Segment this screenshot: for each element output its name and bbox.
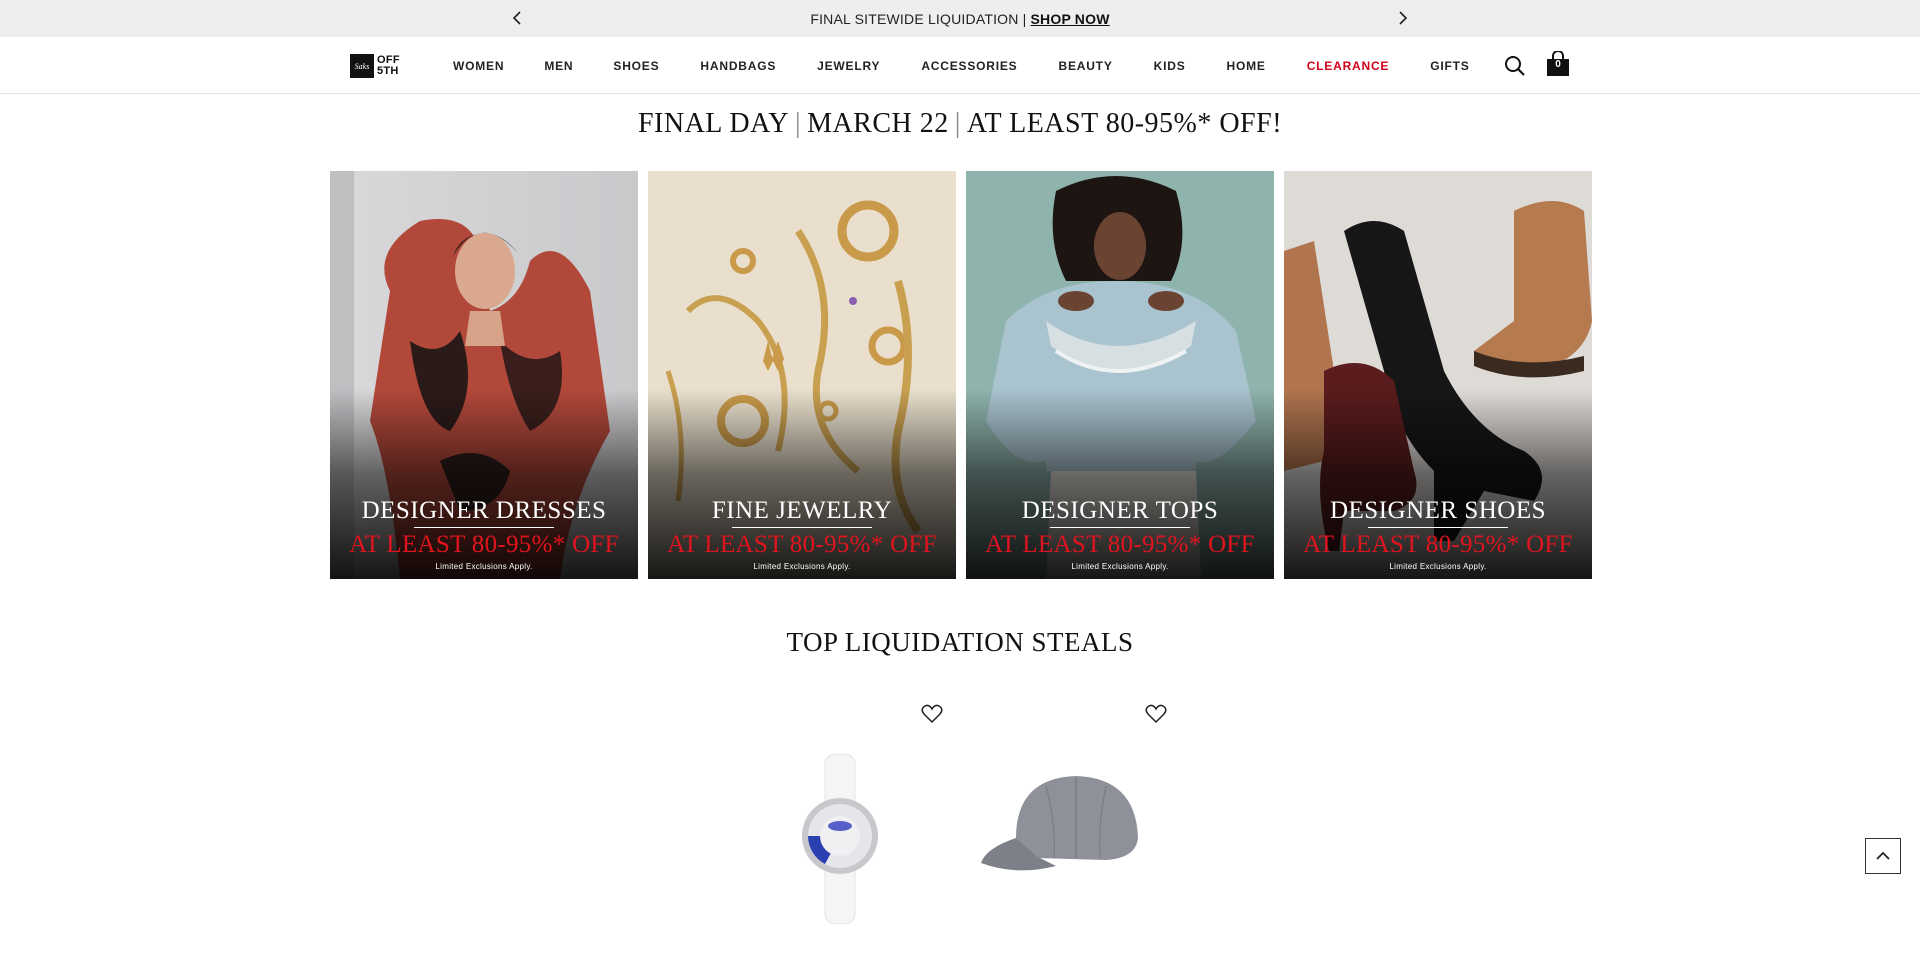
tile-offer: AT LEAST 80-95%* OFF [1303,531,1573,558]
tile-divider [1050,527,1190,528]
tile-designer-tops[interactable]: DESIGNER TOPS AT LEAST 80-95%* OFF Limit… [966,171,1274,579]
tile-divider [732,527,872,528]
promo-text: FINAL SITEWIDE LIQUIDATION | [810,10,1027,27]
promo-bar: FINAL SITEWIDE LIQUIDATION | SHOP NOW [0,0,1920,37]
nav-item-gifts[interactable]: GIFTS [1430,59,1469,73]
promo-next-button[interactable] [1393,8,1413,28]
nav-item-clearance[interactable]: CLEARANCE [1307,59,1390,73]
tile-title: DESIGNER SHOES [1329,497,1547,524]
wishlist-button[interactable] [921,704,943,724]
headline-separator: | [954,108,961,139]
tile-offer: AT LEAST 80-95%* OFF [985,531,1255,558]
site-logo[interactable]: Saks OFF 5TH [350,53,400,79]
heart-icon [921,704,943,724]
watch-image [802,754,878,924]
shop-now-link[interactable]: SHOP NOW [1031,11,1110,27]
tile-designer-shoes[interactable]: DESIGNER SHOES AT LEAST 80-95%* OFF Limi… [1284,171,1592,579]
headline-separator: | [794,108,802,139]
nav-item-men[interactable]: MEN [544,59,573,73]
saks-logo-mark: Saks [350,54,374,78]
cap-image [981,776,1138,871]
back-to-top-button[interactable] [1865,838,1901,874]
tile-designer-dresses[interactable]: DESIGNER DRESSES AT LEAST 80-95%* OFF Li… [330,171,638,579]
tile-divider [1368,527,1508,528]
wishlist-button[interactable] [1145,704,1167,724]
nav-item-women[interactable]: WOMEN [453,59,504,73]
chevron-up-icon [1876,851,1890,860]
tile-title: DESIGNER DRESSES [361,497,607,524]
section-title: TOP LIQUIDATION STEALS [786,627,1134,657]
sale-headline: FINAL DAY | MARCH 22 | AT LEAST 80-95%* OFF! [0,108,1920,140]
bag-count-badge: 0 [1555,59,1561,70]
product-card[interactable] [964,700,1167,940]
nav-item-home[interactable]: HOME [1227,59,1266,73]
tile-disclaimer: Limited Exclusions Apply. [1389,562,1487,571]
nav-item-accessories[interactable]: ACCESSORIES [921,59,1017,73]
nav-item-shoes[interactable]: SHOES [613,59,659,73]
promo-prev-button[interactable] [507,8,527,28]
nav-item-handbags[interactable]: HANDBAGS [700,59,776,73]
tile-offer: AT LEAST 80-95%* OFF [349,531,619,558]
headline-part-2: MARCH 22 [807,108,949,139]
nav-item-beauty[interactable]: BEAUTY [1058,59,1112,73]
logo-bottom-text: 5TH [377,65,399,77]
heart-icon [1145,704,1167,724]
search-icon [1505,56,1525,76]
chevron-right-icon [1399,11,1408,25]
category-tiles: DESIGNER DRESSES AT LEAST 80-95%* OFF Li… [330,171,1592,579]
tile-offer: AT LEAST 80-95%* OFF [667,531,937,558]
tile-title: FINE JEWELRY [711,497,893,524]
tile-disclaimer: Limited Exclusions Apply. [1071,562,1169,571]
headline-part-1: FINAL DAY [637,108,789,139]
tile-title: DESIGNER TOPS [1021,497,1219,524]
nav-item-kids[interactable]: KIDS [1154,59,1186,73]
search-button[interactable] [1504,55,1526,77]
category-menu: WOMEN MEN SHOES HANDBAGS JEWELRY ACCESSO… [453,37,1470,94]
logo-mark-text: Saks [354,61,370,71]
product-card[interactable] [740,700,943,940]
tile-disclaimer: Limited Exclusions Apply. [435,562,533,571]
tile-fine-jewelry[interactable]: FINE JEWELRY AT LEAST 80-95%* OFF Limite… [648,171,956,579]
shopping-bag-button[interactable]: 0 [1546,50,1570,77]
nav-item-jewelry[interactable]: JEWELRY [817,59,880,73]
chevron-left-icon [512,11,521,25]
logo-wordmark: OFF 5TH [377,55,400,77]
promo-message: FINAL SITEWIDE LIQUIDATION | SHOP NOW [810,11,1109,27]
tile-disclaimer: Limited Exclusions Apply. [753,562,851,571]
headline-part-3: AT LEAST 80-95%* OFF! [966,108,1283,139]
main-nav: Saks OFF 5TH WOMEN MEN SHOES HANDBAGS JE… [0,37,1920,94]
tile-divider [414,527,554,528]
